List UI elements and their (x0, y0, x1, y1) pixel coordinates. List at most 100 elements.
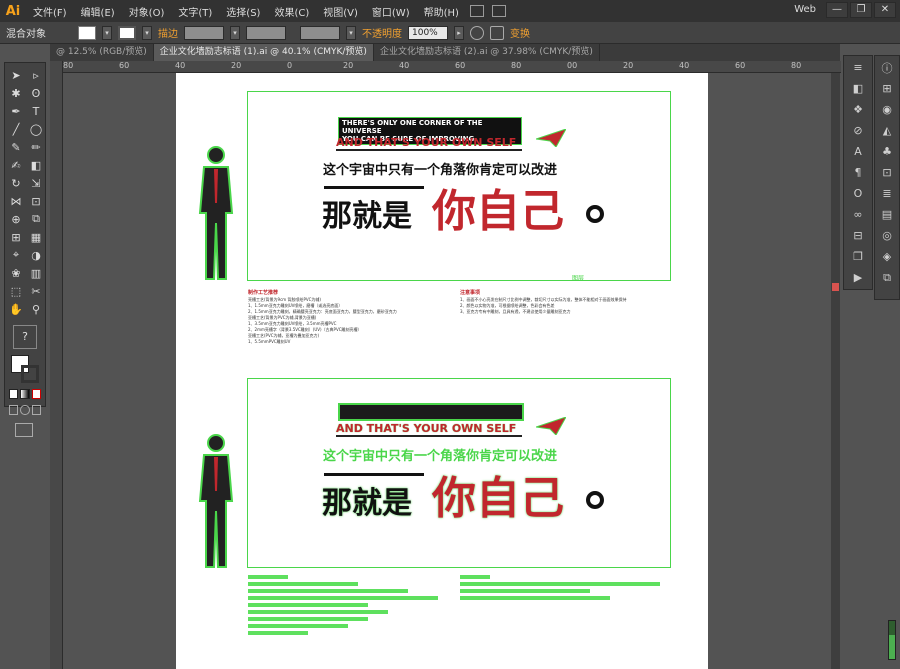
minimize-button[interactable]: — (826, 2, 848, 18)
actions-icon[interactable]: ▶ (846, 268, 870, 287)
bridge-icon[interactable] (469, 5, 484, 17)
variable-width-profile[interactable] (246, 25, 286, 40)
menu-file[interactable]: 文件(F) (26, 4, 74, 19)
screen-mode-icon[interactable] (15, 423, 33, 437)
fill-color-swatch[interactable] (78, 25, 96, 40)
menu-type[interactable]: 文字(T) (171, 4, 219, 19)
menu-effect[interactable]: 效果(C) (267, 4, 316, 19)
opacity-input[interactable]: 100% (408, 25, 448, 40)
free-transform-tool-icon[interactable]: ⊡ (26, 193, 46, 209)
shape-builder-tool-icon[interactable]: ⊕ (6, 211, 26, 227)
opacity-link[interactable]: 不透明度 (362, 25, 402, 40)
stroke-color-swatch[interactable] (118, 25, 136, 40)
transform-link[interactable]: 变换 (510, 25, 530, 40)
pen-tool-icon[interactable]: ✒ (6, 103, 26, 119)
scrollbar-thumb[interactable] (832, 283, 839, 291)
artboards-icon[interactable]: ⊡ (875, 163, 899, 182)
paragraph-icon[interactable]: ¶ (846, 163, 870, 182)
perspective-tool-icon[interactable]: ⧉ (26, 211, 46, 227)
width-tool-icon[interactable]: ⋈ (6, 193, 26, 209)
opacity-dropdown[interactable]: ▸ (454, 25, 464, 40)
opentype-icon[interactable]: O (846, 184, 870, 203)
line-tool-icon[interactable]: ╱ (6, 121, 26, 137)
type-tool-icon[interactable]: T (26, 103, 46, 119)
arrow-line-top (324, 186, 424, 189)
pencil-tool-icon[interactable]: ✏ (26, 139, 46, 155)
artboard-tool-icon[interactable]: ⬚ (6, 283, 26, 299)
fill-stroke-control[interactable] (11, 355, 39, 383)
lasso-tool-icon[interactable]: ʘ (26, 85, 46, 101)
navigator-icon[interactable]: ⧉ (875, 268, 899, 287)
none-mode-icon[interactable] (31, 389, 41, 399)
blend-tool-icon[interactable]: ◑ (26, 247, 46, 263)
graphic-styles-icon[interactable]: ◭ (875, 121, 899, 140)
magic-wand-tool-icon[interactable]: ✱ (6, 85, 26, 101)
menu-help[interactable]: 帮助(H) (417, 4, 466, 19)
selection-tool-icon[interactable]: ➤ (6, 67, 26, 83)
character-icon[interactable]: A (846, 142, 870, 161)
slice-tool-icon[interactable]: ✂ (26, 283, 46, 299)
brushes-icon[interactable]: ⊘ (846, 121, 870, 140)
stroke-icon[interactable] (21, 365, 39, 383)
gradient-tool-icon[interactable]: ▦ (26, 229, 46, 245)
ellipse-tool-icon[interactable]: ◯ (26, 121, 46, 137)
swatches-icon[interactable]: ❖ (846, 100, 870, 119)
gradient-panel-icon[interactable]: ▤ (875, 205, 899, 224)
menu-window[interactable]: 窗口(W) (365, 4, 417, 19)
stroke-panel-icon[interactable]: ≣ (875, 184, 899, 203)
color-panel-icon[interactable]: ≡ (846, 58, 870, 77)
tab-document-2[interactable]: 企业文化墙励志标语 (2).ai @ 37.98% (CMYK/预览) (374, 44, 600, 61)
eraser-tool-icon[interactable]: ◧ (26, 157, 46, 173)
recolor-icon[interactable] (470, 25, 484, 40)
tab-document-0[interactable]: @ 12.5% (RGB/预览) (50, 44, 154, 61)
transform-panel-icon[interactable]: ⊞ (875, 79, 899, 98)
layers-icon[interactable]: ◈ (875, 247, 899, 266)
color-guide-icon[interactable]: ◧ (846, 79, 870, 98)
appearance-icon[interactable]: ◉ (875, 100, 899, 119)
gradient-mode-icon[interactable] (20, 389, 30, 399)
outlined-text-line (248, 631, 308, 635)
blob-brush-tool-icon[interactable]: ✍ (6, 157, 26, 173)
mesh-tool-icon[interactable]: ⊞ (6, 229, 26, 245)
fill-dropdown[interactable]: ▾ (102, 25, 112, 40)
help-icon[interactable]: ? (13, 325, 37, 349)
symbol-sprayer-tool-icon[interactable]: ❀ (6, 265, 26, 281)
scale-tool-icon[interactable]: ⇲ (26, 175, 46, 191)
menu-select[interactable]: 选择(S) (219, 4, 267, 19)
draw-inside-icon[interactable] (31, 405, 41, 415)
links-icon[interactable]: ∞ (846, 205, 870, 224)
rotate-tool-icon[interactable]: ↻ (6, 175, 26, 191)
draw-behind-icon[interactable] (20, 405, 30, 415)
close-button[interactable]: ✕ (874, 2, 896, 18)
artboard[interactable]: THERE'S ONLY ONE CORNER OF THE UNIVERSE … (176, 73, 708, 669)
eyedropper-tool-icon[interactable]: ⌖ (6, 247, 26, 263)
column-graph-tool-icon[interactable]: ▥ (26, 265, 46, 281)
stroke-weight-input[interactable] (184, 25, 224, 40)
info-icon[interactable]: ⓘ (875, 58, 899, 77)
vertical-scrollbar[interactable] (831, 73, 840, 669)
stroke-weight-dropdown[interactable]: ▾ (230, 25, 240, 40)
menu-object[interactable]: 对象(O) (122, 4, 172, 19)
color-mode-icon[interactable] (9, 389, 19, 399)
restore-button[interactable]: ❐ (850, 2, 872, 18)
menu-edit[interactable]: 编辑(E) (74, 4, 122, 19)
align-panel-icon[interactable]: ⊟ (846, 226, 870, 245)
workspace-switcher[interactable]: Web (794, 4, 816, 15)
canvas-area[interactable]: THERE'S ONLY ONE CORNER OF THE UNIVERSE … (64, 73, 840, 669)
stroke-dropdown[interactable]: ▾ (142, 25, 152, 40)
zoom-tool-icon[interactable]: ⚲ (26, 301, 46, 317)
stroke-link[interactable]: 描边 (158, 25, 178, 40)
arrange-documents-icon[interactable] (491, 5, 506, 17)
brush-definition[interactable] (300, 25, 340, 40)
direct-selection-tool-icon[interactable]: ▹ (26, 67, 46, 83)
transparency-icon[interactable]: ◎ (875, 226, 899, 245)
align-icon[interactable] (490, 25, 504, 40)
hand-tool-icon[interactable]: ✋ (6, 301, 26, 317)
symbols-icon[interactable]: ♣ (875, 142, 899, 161)
draw-normal-icon[interactable] (9, 405, 19, 415)
tab-document-1[interactable]: 企业文化墙励志标语 (1).ai @ 40.1% (CMYK/预览) (153, 44, 374, 61)
menu-view[interactable]: 视图(V) (316, 4, 365, 19)
brush-dropdown[interactable]: ▾ (346, 25, 356, 40)
paintbrush-tool-icon[interactable]: ✎ (6, 139, 26, 155)
pathfinder-icon[interactable]: ❐ (846, 247, 870, 266)
